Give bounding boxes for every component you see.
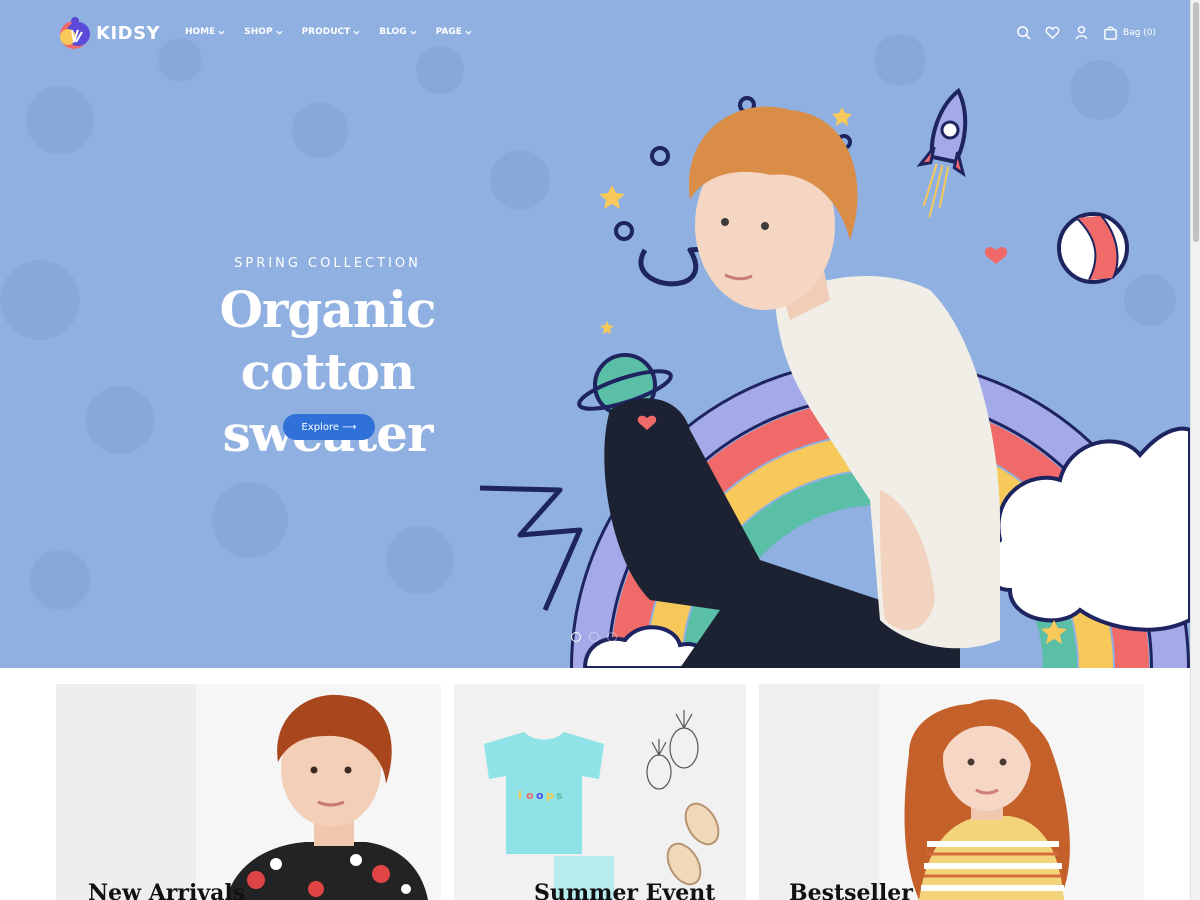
chevron-down-icon xyxy=(465,30,472,35)
svg-text:o: o xyxy=(526,789,534,802)
hero-banner: KIDSY HOME SHOP PRODUCT BLOG PAGE Bag (0… xyxy=(0,0,1190,668)
hero-subtitle: SPRING COLLECTION xyxy=(234,256,421,271)
category-card-bestseller[interactable]: Bestseller xyxy=(759,684,1144,900)
user-icon[interactable] xyxy=(1074,25,1089,40)
page-scrollbar[interactable] xyxy=(1190,0,1200,900)
category-card-new-arrivals[interactable]: New Arrivals xyxy=(56,684,441,900)
nav-item-blog[interactable]: BLOG xyxy=(379,27,417,37)
chevron-down-icon xyxy=(410,30,417,35)
card-title: New Arrivals xyxy=(88,880,246,900)
scrollbar-thumb[interactable] xyxy=(1193,2,1199,242)
svg-text:l: l xyxy=(518,789,522,802)
chevron-down-icon xyxy=(353,30,360,35)
category-card-summer-event[interactable]: l o o p s Summer Event xyxy=(454,684,746,900)
search-icon[interactable] xyxy=(1016,25,1031,40)
nav-item-label: PRODUCT xyxy=(301,27,351,37)
brand-logo[interactable]: KIDSY xyxy=(56,16,160,50)
bag-icon xyxy=(1104,26,1117,40)
nav-item-label: SHOP xyxy=(244,27,273,37)
slider-dot-3[interactable] xyxy=(607,632,617,642)
header-actions: Bag (0) xyxy=(1016,25,1156,40)
slider-dot-2[interactable] xyxy=(589,632,599,642)
nav-item-label: PAGE xyxy=(435,27,462,37)
cart-count-label: Bag (0) xyxy=(1123,27,1157,38)
logo-icon xyxy=(60,17,90,49)
summer-products-photo: l o o p s xyxy=(484,710,720,900)
svg-text:p: p xyxy=(546,789,554,802)
nav-item-page[interactable]: PAGE xyxy=(436,27,472,37)
nav-item-label: HOME xyxy=(185,27,216,37)
hero-title-line-1: Organic cotton xyxy=(219,280,436,401)
nav-item-label: BLOG xyxy=(379,27,407,37)
brand-name: KIDSY xyxy=(96,22,161,44)
chevron-down-icon xyxy=(218,30,225,35)
nav-item-product[interactable]: PRODUCT xyxy=(302,27,361,37)
card-title: Summer Event xyxy=(534,880,716,900)
slider-dot-1[interactable] xyxy=(571,632,581,642)
nav-item-shop[interactable]: SHOP xyxy=(244,27,283,37)
svg-text:o: o xyxy=(536,789,544,802)
main-nav: HOME SHOP PRODUCT BLOG PAGE xyxy=(185,27,472,37)
card-title: Bestseller xyxy=(789,880,913,900)
chevron-down-icon xyxy=(276,30,283,35)
nav-item-home[interactable]: HOME xyxy=(185,27,225,37)
hero-content: SPRING COLLECTION Organic cotton sweater… xyxy=(140,256,515,465)
heart-icon[interactable] xyxy=(1045,25,1060,40)
boy-photo xyxy=(196,684,441,900)
girl-photo xyxy=(879,684,1144,900)
slider-pagination xyxy=(571,632,617,642)
explore-button[interactable]: Explore ⟶ xyxy=(283,414,375,440)
cart-button[interactable]: Bag (0) xyxy=(1103,25,1156,40)
svg-text:s: s xyxy=(556,789,563,802)
